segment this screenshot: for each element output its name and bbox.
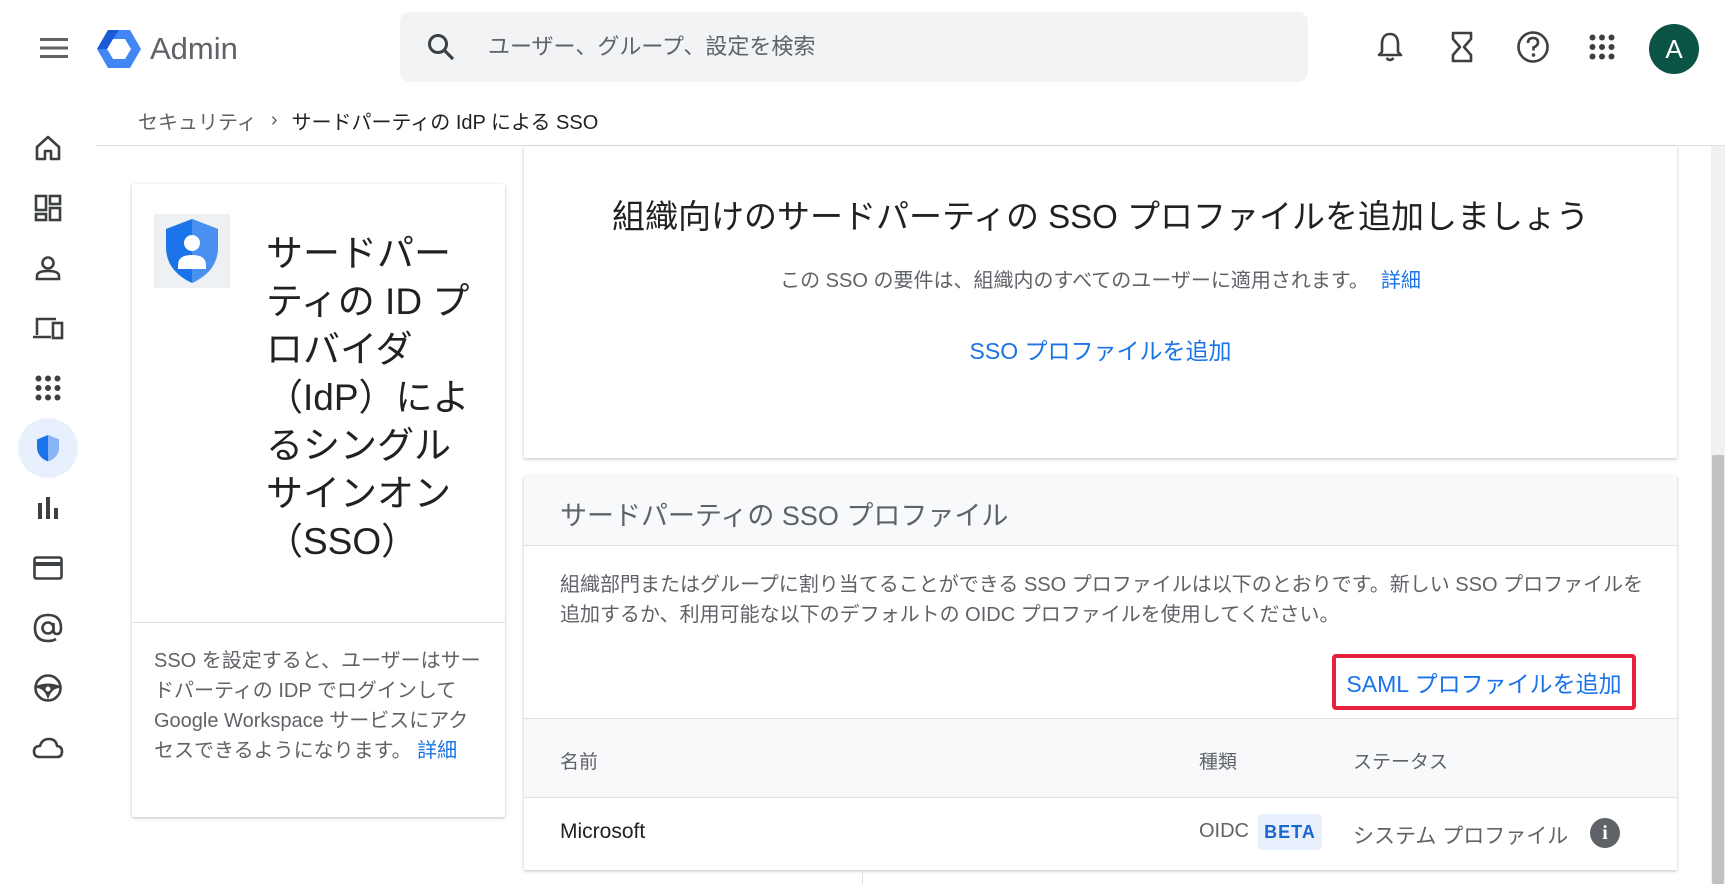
nav-billing[interactable] (18, 538, 78, 598)
sso-profiles-title: サードパーティの SSO プロファイル (560, 501, 1009, 531)
shield-icon (37, 435, 59, 462)
add-sso-subtitle-text: この SSO の要件は、組織内のすべてのユーザーに適用されます。 (780, 270, 1369, 292)
add-saml-profile-button[interactable]: SAML プロファイルを追加 (1332, 654, 1636, 710)
column-header-type[interactable]: 種類 (1199, 747, 1237, 774)
nav-users[interactable] (18, 238, 78, 298)
sso-info-card: サードパーティの ID プロバイダ（IdP）によるシングル サインオン（SSO）… (132, 184, 505, 817)
info-card-description: SSO を設定すると、ユーザーはサードパーティの IDP でログインして Goo… (154, 646, 484, 766)
nav-rules[interactable] (18, 658, 78, 718)
nav-security[interactable] (18, 418, 78, 478)
beta-badge: BETA (1258, 814, 1322, 850)
credit-card-icon (33, 556, 63, 580)
hourglass-icon (1451, 31, 1473, 63)
nav-dashboard[interactable] (18, 178, 78, 238)
column-header-status[interactable]: ステータス (1353, 747, 1448, 774)
admin-logo-icon[interactable] (96, 28, 142, 70)
info-learn-more-link[interactable]: 詳細 (417, 740, 457, 762)
nav-devices[interactable] (18, 298, 78, 358)
info-card-title: サードパーティの ID プロバイダ（IdP）によるシングル サインオン（SSO） (266, 233, 470, 562)
main-menu-button[interactable] (34, 28, 74, 68)
table-row[interactable]: Microsoft OIDC BETA システム プロファイル i (524, 798, 1677, 870)
page-scrollbar-thumb[interactable] (1712, 455, 1724, 884)
add-sso-title: 組織向けのサードパーティの SSO プロファイルを追加しましょう (611, 198, 1590, 235)
profile-status: システム プロファイル (1353, 825, 1569, 848)
nav-home[interactable] (18, 118, 78, 178)
breadcrumb: セキュリティ › サードパーティの IdP による SSO (138, 106, 598, 135)
profile-type: OIDC (1199, 820, 1249, 842)
dashboard-icon (34, 194, 62, 222)
sso-profiles-header: サードパーティの SSO プロファイル (524, 476, 1677, 546)
breadcrumb-current: サードパーティの IdP による SSO (291, 112, 599, 134)
add-sso-subtitle: この SSO の要件は、組織内のすべてのユーザーに適用されます。 詳細 (524, 264, 1677, 293)
apps-icon (35, 375, 61, 401)
steering-wheel-icon (34, 674, 62, 702)
apps-button[interactable] (1581, 26, 1623, 68)
add-sso-profile-button-wrap: SSO プロファイルを追加 (524, 332, 1677, 366)
search-icon[interactable] (426, 32, 456, 62)
tasks-button[interactable] (1441, 26, 1483, 68)
notifications-button[interactable] (1369, 26, 1411, 68)
info-card-divider (132, 622, 505, 623)
breadcrumb-parent[interactable]: セキュリティ (138, 106, 257, 135)
shield-user-icon (166, 219, 218, 283)
nav-account[interactable] (18, 598, 78, 658)
home-icon (35, 135, 61, 161)
user-icon (35, 256, 61, 281)
nav-apps[interactable] (18, 358, 78, 418)
column-header-name[interactable]: 名前 (560, 747, 598, 774)
help-icon (1517, 31, 1549, 63)
add-sso-learn-more-link[interactable]: 詳細 (1381, 270, 1421, 292)
sso-profiles-description: 組織部門またはグループに割り当てることができる SSO プロファイルは以下のとお… (560, 574, 1644, 626)
info-icon[interactable]: i (1590, 818, 1620, 848)
cloud-icon (32, 737, 64, 759)
menu-icon (40, 38, 68, 58)
bar-chart-icon (38, 497, 58, 519)
at-sign-icon (33, 613, 63, 643)
search-bar[interactable] (400, 12, 1308, 82)
add-sso-profile-button[interactable]: SSO プロファイルを追加 (970, 338, 1232, 364)
help-button[interactable] (1512, 26, 1554, 68)
chevron-right-icon: › (270, 109, 278, 131)
app-name[interactable]: Admin (150, 28, 238, 70)
table-header: 名前 種類 ステータス (524, 718, 1677, 798)
nav-reports[interactable] (18, 478, 78, 538)
bell-icon (1377, 32, 1403, 62)
devices-icon (33, 317, 64, 340)
nav-storage[interactable] (18, 718, 78, 778)
search-input[interactable] (488, 34, 1268, 60)
profile-name[interactable]: Microsoft (560, 820, 645, 844)
apps-grid-icon (1589, 34, 1615, 60)
top-app-bar: Admin A (0, 0, 1725, 96)
column-divider (862, 870, 863, 884)
add-sso-profile-card: 組織向けのサードパーティの SSO プロファイルを追加しましょう この SSO … (524, 146, 1677, 458)
account-avatar[interactable]: A (1649, 24, 1699, 74)
sso-profiles-card: サードパーティの SSO プロファイル 組織部門またはグループに割り当てることが… (524, 476, 1677, 870)
sso-shield-badge (154, 214, 230, 288)
